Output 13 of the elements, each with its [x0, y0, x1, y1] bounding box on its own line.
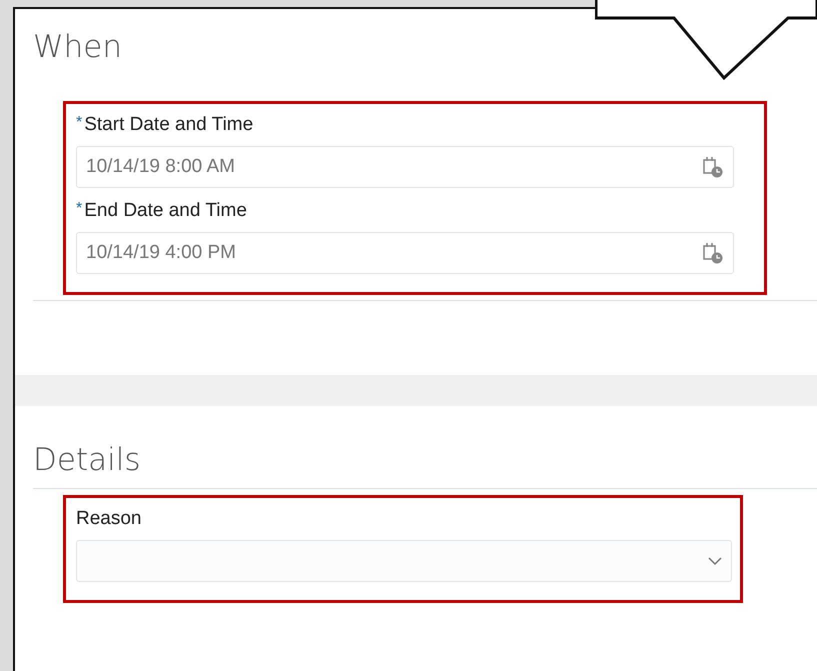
- field-label: Reason: [76, 508, 142, 530]
- chevron-down-icon[interactable]: [708, 556, 722, 566]
- calendar-clock-icon[interactable]: [702, 242, 724, 264]
- date-time-field[interactable]: 10/14/19 4:00 PM: [76, 232, 734, 274]
- select-field[interactable]: [76, 540, 732, 582]
- required-mark: *: [76, 114, 82, 132]
- field-label: Start Date and Time: [84, 114, 254, 136]
- field-label: End Date and Time: [84, 200, 247, 222]
- required-mark: *: [76, 200, 82, 218]
- section-title: Details: [33, 441, 140, 480]
- section-title: When: [33, 28, 122, 67]
- calendar-clock-icon[interactable]: [702, 156, 724, 178]
- date-time-field[interactable]: 10/14/19 8:00 AM: [76, 146, 734, 188]
